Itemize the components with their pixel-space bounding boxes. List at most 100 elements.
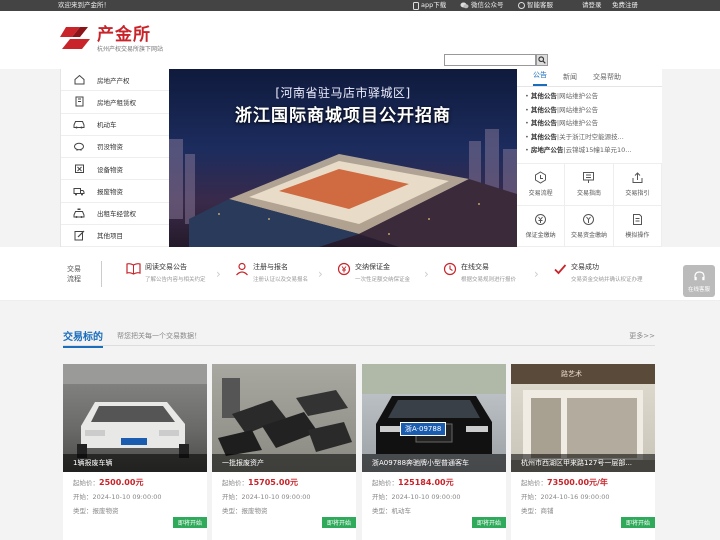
listing-start-row: 开始：2024-10-16 09:00:00 [521,493,610,501]
logo-icon[interactable] [60,23,90,53]
notice-tabs: 公告 新闻 交易帮助 [517,69,662,87]
hero-banner[interactable]: [河南省驻马店市驿城区] 浙江国际商城项目公开招商 [169,69,517,247]
listing-price-row: 起始价：15705.00元 [222,478,299,487]
chevron-right-icon: › [424,267,429,281]
section-subtitle: 帮您把关每一个交易数据！ [117,332,201,340]
category-taxi-rights[interactable]: 出租车经营权 [61,203,169,225]
shortcut-trade-guide[interactable]: 交易指南 [565,164,614,206]
search-input[interactable] [444,54,536,66]
wechat-icon [460,2,469,9]
category-other[interactable]: 其他项目 [61,225,169,247]
chevron-right-icon: › [216,267,221,281]
check-icon [554,264,567,275]
shortcut-simulation[interactable]: 模拟操作 [613,205,662,247]
section-title: 交易标的 [63,328,103,348]
user-icon [236,262,248,276]
listing-price-row: 起始价：2500.00元 [73,478,144,487]
tab-help[interactable]: 交易帮助 [593,72,621,86]
online-service-button[interactable]: 在线客服 [683,265,715,297]
listing-price: 125184.00元 [398,478,454,487]
license-plate: 浙A·09788 [400,422,447,436]
listing-card[interactable]: 浙A·09788 浙A09788奔驰牌小型普通客车 起始价：125184.00元… [362,364,506,540]
flow-step-register[interactable]: 注册与报名 注册认证以及交易报名 [235,262,308,283]
banner-location: [河南省驻马店市驿城区] [275,86,411,100]
shortcut-trade-flow[interactable]: 交易流程 [517,164,566,206]
listing-price-row: 起始价：125184.00元 [372,478,454,487]
category-label: 房地产产权 [97,76,130,85]
online-service-label: 在线客服 [687,286,710,293]
more-link[interactable]: 更多>> [629,331,655,341]
login-link[interactable]: 请登录 [582,0,602,11]
notice-item[interactable]: • 其他公告|网站维护公告 [525,104,650,118]
wechat-link[interactable]: 微信公众号 [460,0,504,11]
shortcut-trade-directions[interactable]: 交易指引 [613,164,662,206]
building-icon [75,96,83,107]
wechat-label: 微信公众号 [471,1,504,9]
listing-type-row: 类型：报废物资 [73,507,119,515]
flow-step-online-trade[interactable]: 在线交易 根据交易规则进行报价 [443,262,516,283]
category-scrap[interactable]: 报废物资 [61,180,169,203]
listing-card[interactable]: 路艺术 杭州市西湖区甲来路127号一层部... 起始价：73500.00元/年 … [511,364,655,540]
flow-divider [101,261,102,287]
status-badge: 即将开始 [471,517,506,528]
clock-icon [443,262,457,276]
upload-icon [632,172,643,184]
category-real-estate-lease[interactable]: 房地产租赁权 [61,91,169,114]
shortcut-grid: 交易流程 交易指南 交易指引 保证金缴纳 交易资金缴纳 模拟操作 [517,163,662,247]
truck-icon [73,187,85,196]
headset-icon [693,270,705,280]
chevron-right-icon: › [534,267,539,281]
piggy-bank-icon [74,143,84,152]
category-label: 机动车 [97,121,117,130]
listing-start-row: 开始：2024-10-10 09:00:00 [73,493,162,501]
listing-price: 2500.00元 [99,478,144,487]
document-icon [632,213,642,225]
deposit-icon [535,213,547,225]
shortcut-deposit[interactable]: 保证金缴纳 [517,205,566,247]
status-badge: 即将开始 [172,517,207,528]
section-header: 交易标的 帮您把关每一个交易数据！ 更多>> [63,328,655,348]
listing-card[interactable]: 1辆报废车辆 起始价：2500.00元 开始：2024-10-10 09:00:… [63,364,207,540]
register-link[interactable]: 免费注册 [612,0,638,11]
flow-step-success[interactable]: 交易成功 交易资金交纳并确认权证办理 [553,262,643,283]
app-download-link[interactable]: app下载 [413,0,446,11]
brand-name: 产金所 [97,25,151,45]
listing-price: 73500.00元/年 [547,478,608,487]
category-equipment[interactable]: 设备物资 [61,158,169,181]
listing-price: 15705.00元 [248,478,299,487]
house-icon [74,74,84,85]
category-label: 其他项目 [97,232,123,241]
category-confiscated[interactable]: 罚没物资 [61,136,169,158]
category-real-estate[interactable]: 房地产产权 [61,69,169,92]
taxi-icon [73,208,85,218]
headset-icon [518,2,525,9]
flow-step-read-notice[interactable]: 阅读交易公告 了解公告内容与相关约定 [126,262,206,283]
listing-image: 路艺术 杭州市西湖区甲来路127号一层部... [511,364,655,472]
listing-image: 浙A·09788 浙A09788奔驰牌小型普通客车 [362,364,506,472]
listing-card[interactable]: 一批报废资产 起始价：15705.00元 开始：2024-10-10 09:00… [212,364,356,540]
flow-step-deposit[interactable]: 交纳保证金 一次性足额交纳保证金 [337,262,410,283]
listing-price-row: 起始价：73500.00元/年 [521,478,608,487]
notice-item[interactable]: • 其他公告|关于浙江时空能源技... [525,131,650,145]
phone-icon [413,1,419,10]
category-menu: 房地产产权 房地产租赁权 机动车 罚没物资 设备物资 报废物资 出租车经营权 其… [60,69,169,247]
edit-icon [74,230,84,241]
listing-start-row: 开始：2024-10-10 09:00:00 [222,493,311,501]
search-button[interactable] [536,54,548,66]
listing-title: 一批报废资产 [212,454,356,472]
notice-item[interactable]: • 其他公告|网站维护公告 [525,117,650,131]
header: 产金所 杭州产权交易所旗下网站 [0,11,720,69]
notice-item[interactable]: • 其他公告|网站维护公告 [525,90,650,104]
service-link[interactable]: 智能客服 [518,0,553,11]
flow-icon [535,171,547,184]
service-label: 智能客服 [527,1,553,9]
listing-image: 1辆报废车辆 [63,364,207,472]
payment-icon [583,213,595,225]
status-badge: 即将开始 [321,517,356,528]
shortcut-payment[interactable]: 交易资金缴纳 [565,205,614,247]
app-download-label: app下载 [421,1,447,9]
tab-announcements[interactable]: 公告 [533,70,547,86]
notice-item[interactable]: • 房地产公告|云锦城15幢1单元10... [525,144,650,158]
tab-news[interactable]: 新闻 [563,72,577,86]
category-vehicle[interactable]: 机动车 [61,114,169,136]
